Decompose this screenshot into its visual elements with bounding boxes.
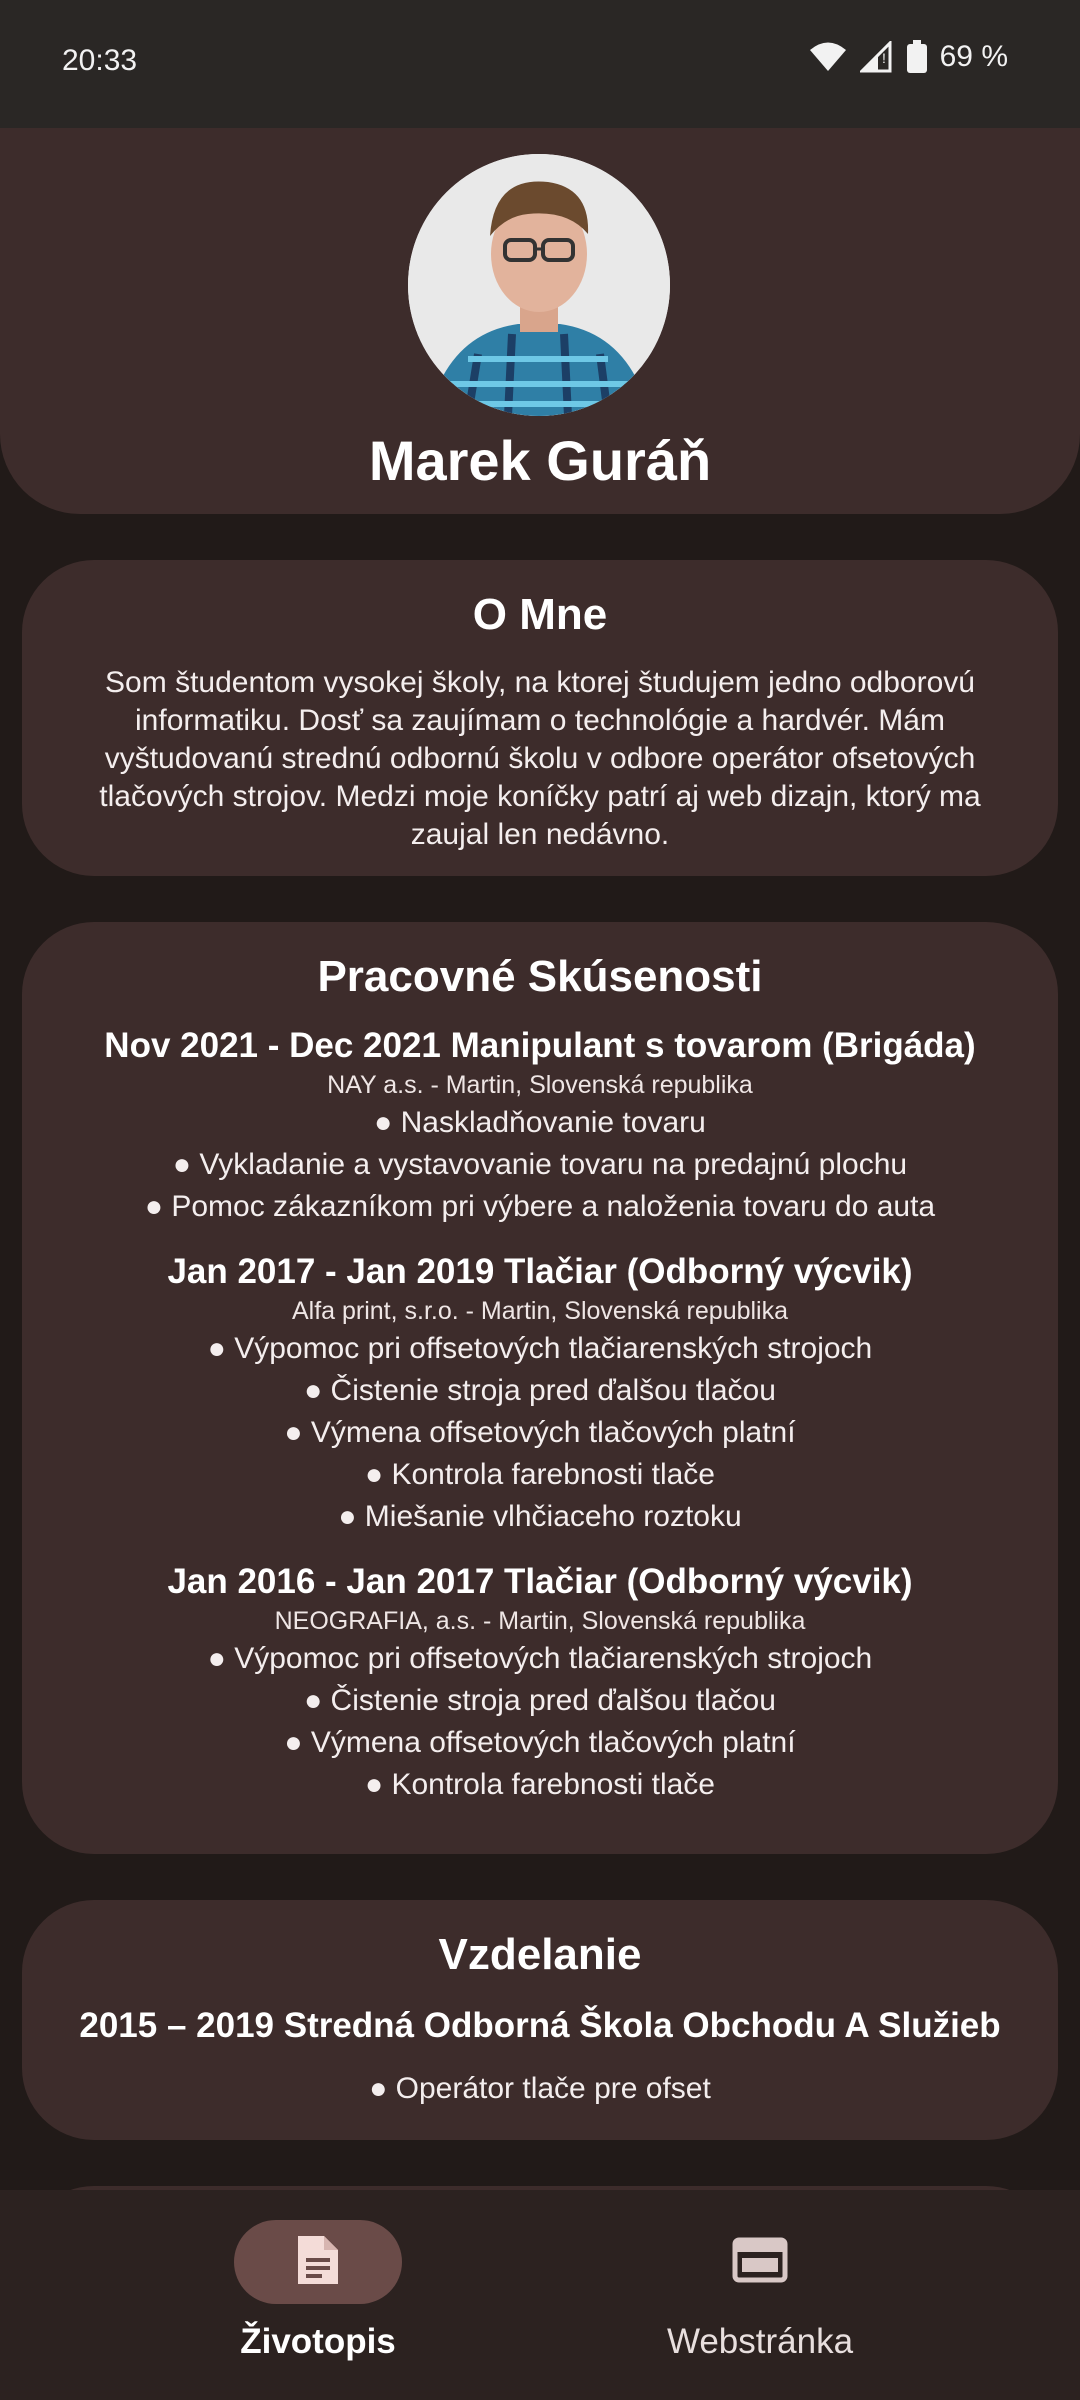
svg-text:!: ! [882,50,886,66]
profile-name: Marek Guráň [368,429,712,492]
document-icon [294,2234,342,2291]
job-bullet: ● Čistenie stroja pred ďalšou tlačou [304,1374,776,1407]
job-bullet: ● Kontrola farebnosti tlače [365,1768,715,1801]
experience-card: Pracovné Skúsenosti Nov 2021 - Dec 2021 … [22,922,1058,1854]
job-entry: Nov 2021 - Dec 2021 Manipulant s tovarom… [22,1024,1058,1228]
nav-item-zivotopis[interactable]: Životopis [168,2220,468,2362]
job-bullet: ● Pomoc zákazníkom pri výbere a naloženi… [144,1190,936,1223]
job-entry: Jan 2017 - Jan 2019 Tlačiar (Odborný výc… [22,1250,1058,1538]
job-title: Jan 2017 - Jan 2019 Tlačiar (Odborný výc… [167,1252,913,1291]
job-company: Alfa print, s.r.o. - Martin, Slovenská r… [291,1297,789,1325]
nav-icon-wrapper [676,2220,844,2304]
education-school: 2015 – 2019 Stredná Odborná Škola Obchod… [79,2006,1001,2045]
job-bullet: ● Výpomoc pri offsetových tlačiarenských… [207,1642,873,1675]
job-bullet: ● Výpomoc pri offsetových tlačiarenských… [207,1332,873,1365]
about-text: Som študentom vysokej školy, na ktorej š… [99,666,981,851]
job-company: NAY a.s. - Martin, Slovenská republika [327,1071,753,1099]
profile-header: Marek Guráň [0,128,1080,514]
job-bullet: ● Výmena offsetových tlačových platní [284,1416,796,1449]
status-icons: ! 69 % [808,40,1008,74]
bottom-navigation: Životopis Webstránka [0,2190,1080,2400]
status-time: 20:33 [62,44,138,77]
education-item: ● Operátor tlače pre ofset [369,2072,711,2105]
job-title: Jan 2016 - Jan 2017 Tlačiar (Odborný výc… [167,1562,913,1601]
job-title: Nov 2021 - Dec 2021 Manipulant s tovarom… [104,1026,976,1065]
job-bullet: ● Miešanie vlhčiaceho roztoku [338,1500,742,1533]
job-bullets: ● Výpomoc pri offsetových tlačiarenských… [22,1328,1058,1538]
signal-icon: ! [859,41,894,73]
job-bullet: ● Vykladanie a vystavovanie tovaru na pr… [172,1148,908,1181]
battery-icon [906,40,928,74]
nav-item-webstranka[interactable]: Webstránka [610,2220,910,2362]
battery-percent: 69 % [939,40,1008,73]
job-bullet: ● Výmena offsetových tlačových platní [284,1726,796,1759]
wifi-icon [808,41,848,73]
education-title: Vzdelanie [438,1930,642,1979]
job-bullet: ● Kontrola farebnosti tlače [365,1458,715,1491]
job-bullet: ● Čistenie stroja pred ďalšou tlačou [304,1684,776,1717]
nav-active-indicator [234,2220,402,2304]
experience-title: Pracovné Skúsenosti [317,952,763,1001]
nav-label-webstranka: Webstránka [666,2322,854,2361]
education-card: Vzdelanie 2015 – 2019 Stredná Odborná Šk… [22,1900,1058,2140]
job-company: NEOGRAFIA, a.s. - Martin, Slovenská repu… [274,1607,806,1635]
about-title: O Mne [472,590,608,639]
about-card: O Mne Som študentom vysokej školy, na kt… [22,560,1058,876]
job-entry: Jan 2016 - Jan 2017 Tlačiar (Odborný výc… [22,1560,1058,1806]
job-bullets: ● Výpomoc pri offsetových tlačiarenských… [22,1638,1058,1806]
job-bullets: ● Naskladňovanie tovaru ● Vykladanie a v… [22,1102,1058,1228]
nav-label-zivotopis: Životopis [240,2322,396,2361]
status-bar: 20:33 ! 69 % [0,0,1080,128]
job-bullet: ● Naskladňovanie tovaru [374,1106,706,1139]
avatar [408,154,670,416]
web-icon [732,2237,788,2288]
